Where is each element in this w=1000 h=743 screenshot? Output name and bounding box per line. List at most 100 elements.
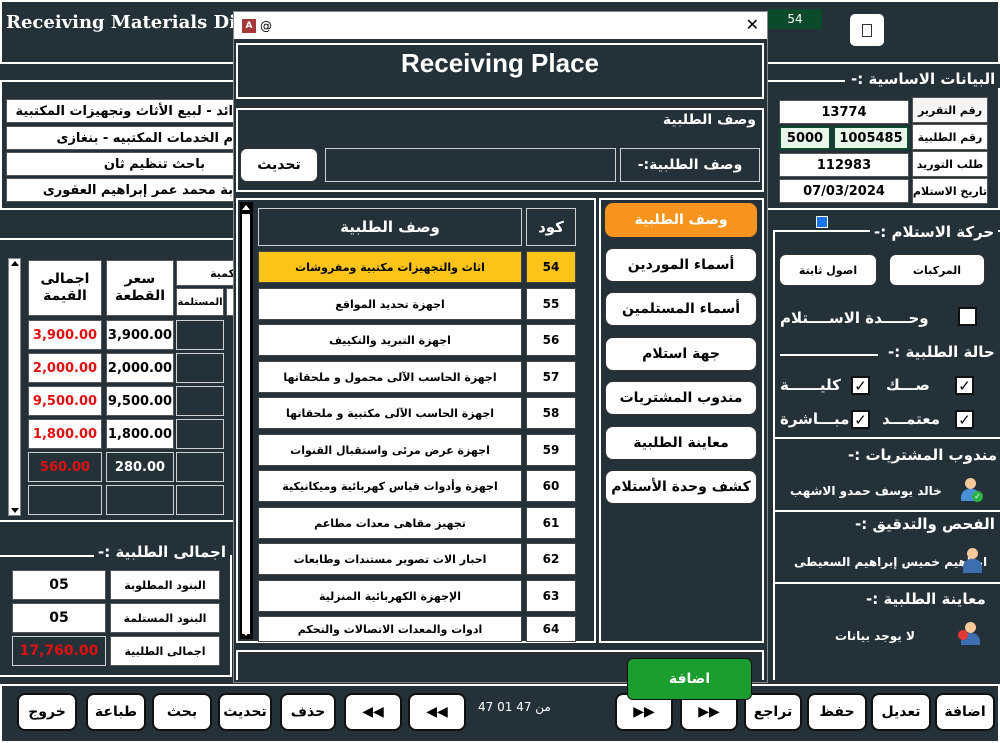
- fixed-assets-button[interactable]: اصول ثابتة: [779, 254, 877, 286]
- scroll-down-icon[interactable]: [242, 631, 250, 636]
- receiving-unit-checkbox[interactable]: [958, 307, 977, 326]
- description-section-title: وصف الطلبية: [662, 112, 756, 128]
- supply-request-field[interactable]: 112983: [779, 153, 909, 177]
- note-button[interactable]: [850, 14, 884, 46]
- category-description[interactable]: ادوات والمعدات الاتصالات والتحكم: [258, 616, 522, 642]
- preview-title: معاينة الطلبية :-: [866, 590, 986, 608]
- category-code[interactable]: 62: [526, 543, 576, 575]
- category-code[interactable]: 59: [526, 434, 576, 466]
- supplier-field[interactable]: ائد - لبيع الأثاث وتجهيزات المكتبية: [6, 99, 236, 123]
- category-description[interactable]: اجهزة الحاسب الآلى محمول و ملحقاتها: [258, 361, 522, 393]
- refresh-button[interactable]: تحديث: [218, 693, 272, 731]
- row-price: [106, 485, 174, 515]
- category-list-scrollbar[interactable]: [240, 202, 253, 639]
- category-code[interactable]: 54: [526, 251, 576, 283]
- app-title: Receiving Materials Direc: [6, 12, 268, 33]
- row-total: 2,000.00: [28, 353, 102, 383]
- category-description[interactable]: تجهيز مقاهى معدات مطاعم: [258, 507, 522, 539]
- access-app-icon: A: [242, 18, 256, 33]
- category-description[interactable]: اجهزة الحاسب الآلى مكتبية و ملحقاتها: [258, 397, 522, 429]
- scroll-up-icon[interactable]: [11, 261, 19, 266]
- report-number-label: رقم التقرير: [912, 97, 988, 123]
- delete-button[interactable]: حذف: [280, 693, 336, 731]
- category-description[interactable]: اجهزة وأدوات قياس كهربائية وميكانيكية: [258, 470, 522, 502]
- category-description[interactable]: احبار الات تصوير مستندات وطابعات: [258, 543, 522, 575]
- dialog-refresh-button[interactable]: تحديث: [240, 148, 318, 182]
- print-button[interactable]: طباعة: [86, 693, 146, 731]
- dialog-add-button[interactable]: اضافة: [627, 658, 752, 700]
- inspection-name: ابراهيم خميس إبراهيم السعيطى: [794, 555, 988, 569]
- movement-checkbox[interactable]: [816, 216, 828, 228]
- receive-date-field[interactable]: 07/03/2024: [779, 179, 909, 203]
- header-quantity: كمية: [176, 260, 236, 286]
- first-record-button[interactable]: ◀◀: [344, 693, 402, 731]
- scroll-down-icon[interactable]: [11, 508, 19, 513]
- dialog-title: @: [260, 18, 272, 33]
- description-input[interactable]: [325, 148, 616, 182]
- prev-record-button[interactable]: ◀◀: [408, 693, 466, 731]
- edit-button[interactable]: تعديل: [871, 693, 931, 731]
- receive-date-label: تاريخ الاستلام: [912, 178, 988, 204]
- close-icon[interactable]: ✕: [746, 15, 759, 34]
- category-description[interactable]: الإجهزة الكهربائية المنزلية: [258, 580, 522, 612]
- category-description[interactable]: اجهزة تحديد المواقع: [258, 288, 522, 320]
- divider: [773, 582, 1000, 584]
- category-code[interactable]: 63: [526, 580, 576, 612]
- save-button[interactable]: حفظ: [807, 693, 867, 731]
- job-title-field[interactable]: باحث تنظيم ثان: [6, 152, 236, 176]
- status-check-full[interactable]: ✓: [851, 376, 870, 395]
- order-total-value: 17,760.00: [12, 636, 106, 666]
- employee-name-field[interactable]: بة محمد عمر إبراهيم العقورى: [6, 178, 236, 202]
- department-field[interactable]: م الخدمات المكتبيه - بنغازى: [6, 126, 236, 150]
- category-code[interactable]: 55: [526, 288, 576, 320]
- menu-supplier-names[interactable]: أسماء الموردين: [605, 248, 757, 282]
- order-number-field[interactable]: 1005485: [833, 126, 909, 150]
- scroll-up-icon[interactable]: [242, 205, 250, 210]
- status-check-direct[interactable]: ✓: [851, 410, 870, 429]
- category-code[interactable]: 61: [526, 507, 576, 539]
- search-button[interactable]: بحث: [152, 693, 212, 731]
- row-received: [176, 485, 224, 515]
- category-code[interactable]: 56: [526, 324, 576, 356]
- user-check-icon: ✓: [958, 478, 984, 504]
- menu-receiver-names[interactable]: أسماء المستلمين: [605, 292, 757, 326]
- header-unit-price: سعر القطعة: [106, 260, 174, 316]
- divider: [773, 437, 1000, 439]
- header-received: المستلمة: [176, 288, 224, 316]
- menu-purchases-rep[interactable]: مندوب المشتريات: [605, 381, 757, 415]
- supply-request-label: طلب التوريد: [912, 151, 988, 177]
- totals-title: اجمالى الطلبية :-: [94, 543, 230, 561]
- menu-order-description[interactable]: وصف الطلبية: [605, 203, 757, 237]
- category-code[interactable]: 60: [526, 470, 576, 502]
- category-description[interactable]: اجهزة التبريد والتكييف: [258, 324, 522, 356]
- received-items-label: البنود المستلمة: [110, 603, 220, 633]
- category-description[interactable]: اثاث والتجهيزات مكتبية ومفروشات: [258, 251, 522, 283]
- exit-button[interactable]: خروج: [17, 693, 77, 731]
- status-check-approved[interactable]: ✓: [955, 410, 974, 429]
- menu-unit-report[interactable]: كشف وحدة الأستلام: [605, 470, 757, 504]
- add-button[interactable]: اضافة: [935, 693, 995, 731]
- required-items-label: البنود المطلوبة: [110, 570, 220, 600]
- menu-order-preview[interactable]: معاينة الطلبية: [605, 426, 757, 460]
- category-code[interactable]: 58: [526, 397, 576, 429]
- scroll-thumb[interactable]: [242, 214, 250, 634]
- category-code[interactable]: 64: [526, 616, 576, 642]
- menu-receiving-place[interactable]: جهة استلام: [605, 337, 757, 371]
- items-scrollbar[interactable]: [8, 258, 21, 516]
- row-price: 1,800.00: [106, 419, 174, 449]
- order-extra-field[interactable]: 5000: [779, 126, 831, 150]
- inspector-icon: [960, 548, 984, 574]
- vehicles-button[interactable]: المركبات: [889, 254, 985, 286]
- user-alert-icon: [958, 622, 984, 648]
- undo-button[interactable]: تراجع: [744, 693, 802, 731]
- status-check-cheque[interactable]: ✓: [955, 376, 974, 395]
- row-total: [28, 485, 102, 515]
- row-price: 280.00: [106, 452, 174, 482]
- category-code[interactable]: 57: [526, 361, 576, 393]
- inspection-title: الفحص والتدقيق :-: [855, 515, 995, 533]
- header-total-value: اجمالى القيمة: [28, 260, 102, 316]
- category-description[interactable]: اجهزة عرض مرئى واستقبال القنوات: [258, 434, 522, 466]
- divider: [773, 510, 1000, 512]
- column-header-description: وصف الطلبية: [258, 208, 522, 246]
- report-number-field[interactable]: 13774: [779, 100, 909, 124]
